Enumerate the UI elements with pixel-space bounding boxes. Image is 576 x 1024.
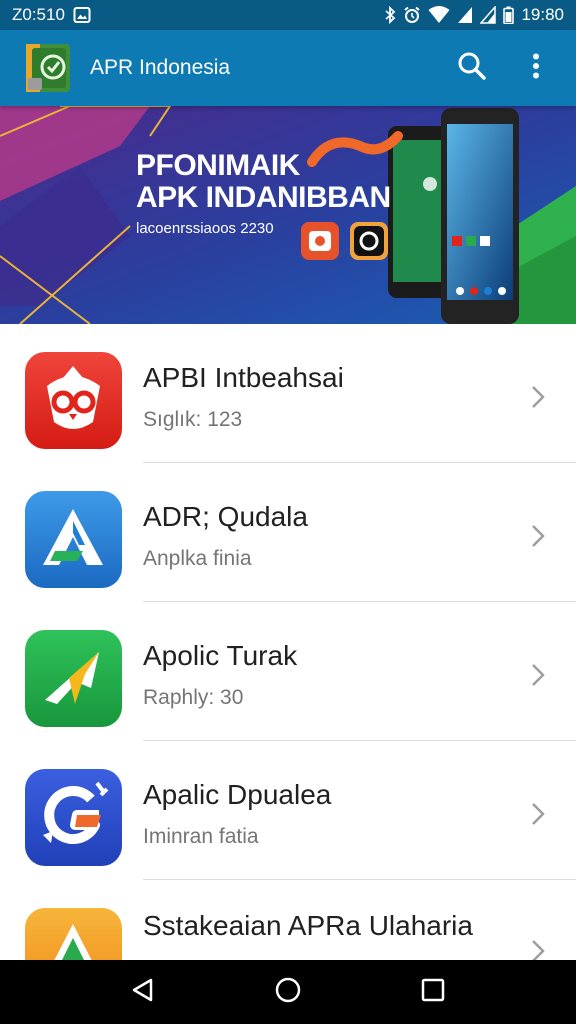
image-notification-icon	[73, 6, 91, 24]
app-subtitle: Sıglık: 123	[143, 408, 243, 431]
owl-app-icon	[25, 352, 122, 449]
app-title: APBI Intbeahsai	[143, 362, 344, 393]
status-right: 19:80	[384, 5, 564, 25]
status-time-right: 19:80	[521, 5, 564, 24]
home-icon	[274, 976, 302, 1009]
recents-button[interactable]	[409, 968, 457, 1016]
wifi-icon	[428, 6, 450, 24]
status-bar: Z0:510 19:80	[0, 0, 576, 30]
more-vert-icon	[532, 53, 540, 84]
list-item-app-1[interactable]: APBI Intbeahsai Sıglık: 123	[0, 324, 576, 463]
list-item-app-4[interactable]: Apalic Dpualea Iminran fatia	[0, 741, 576, 880]
banner-headline-2: APK INDANIBBAN	[136, 181, 391, 214]
more-options-button[interactable]	[514, 46, 558, 90]
chevron-right-icon	[528, 521, 548, 551]
recents-icon	[420, 977, 446, 1008]
app-title: ADR; Qudala	[143, 501, 308, 532]
banner-headline-1: PFONIMAIK	[136, 149, 300, 182]
back-icon	[129, 976, 157, 1009]
list-item-app-5[interactable]: Sstakeaian APRa Ulaharia	[0, 880, 576, 960]
app-logo-icon	[22, 42, 74, 94]
banner-app-badge-red-icon	[301, 222, 339, 260]
g-app-icon	[25, 769, 122, 866]
battery-icon	[503, 6, 515, 24]
app-list: APBI Intbeahsai Sıglık: 123 ADR; Qudala …	[0, 324, 576, 960]
status-time-left: Z0:510	[12, 5, 65, 24]
chevron-right-icon	[528, 382, 548, 412]
search-button[interactable]	[450, 46, 494, 90]
chevron-right-icon	[528, 799, 548, 829]
triangle-a-app-icon	[25, 491, 122, 588]
status-left: Z0:510	[12, 5, 91, 25]
app-title: Apolic Turak	[143, 640, 298, 671]
arrow-app-icon	[25, 630, 122, 727]
search-icon	[457, 51, 487, 86]
app-subtitle: Iminran fatia	[143, 825, 259, 848]
back-button[interactable]	[119, 968, 167, 1016]
chevron-right-icon	[528, 936, 548, 960]
app-subtitle: Anplka finia	[143, 547, 252, 570]
signal-icon	[480, 6, 497, 24]
triangle-orange-app-icon	[25, 908, 122, 960]
app-subtitle: Raphly: 30	[143, 686, 244, 709]
app-title: APR Indonesia	[90, 56, 231, 79]
alarm-icon	[403, 6, 421, 24]
app-title: Apalic Dpualea	[143, 779, 332, 810]
home-button[interactable]	[264, 968, 312, 1016]
bluetooth-icon	[384, 6, 396, 24]
list-item-app-3[interactable]: Apolic Turak Raphly: 30	[0, 602, 576, 741]
app-bar: APR Indonesia	[0, 30, 576, 106]
navigation-bar	[0, 960, 576, 1024]
chevron-right-icon	[528, 660, 548, 690]
promo-banner[interactable]: PFONIMAIK APK INDANIBBAN lacoenrssiaoos …	[0, 106, 576, 324]
signal-icon	[457, 6, 473, 24]
banner-app-badge-camera-icon	[350, 222, 388, 260]
app-title: Sstakeaian APRa Ulaharia	[143, 910, 473, 941]
list-item-app-2[interactable]: ADR; Qudala Anplka finia	[0, 463, 576, 602]
